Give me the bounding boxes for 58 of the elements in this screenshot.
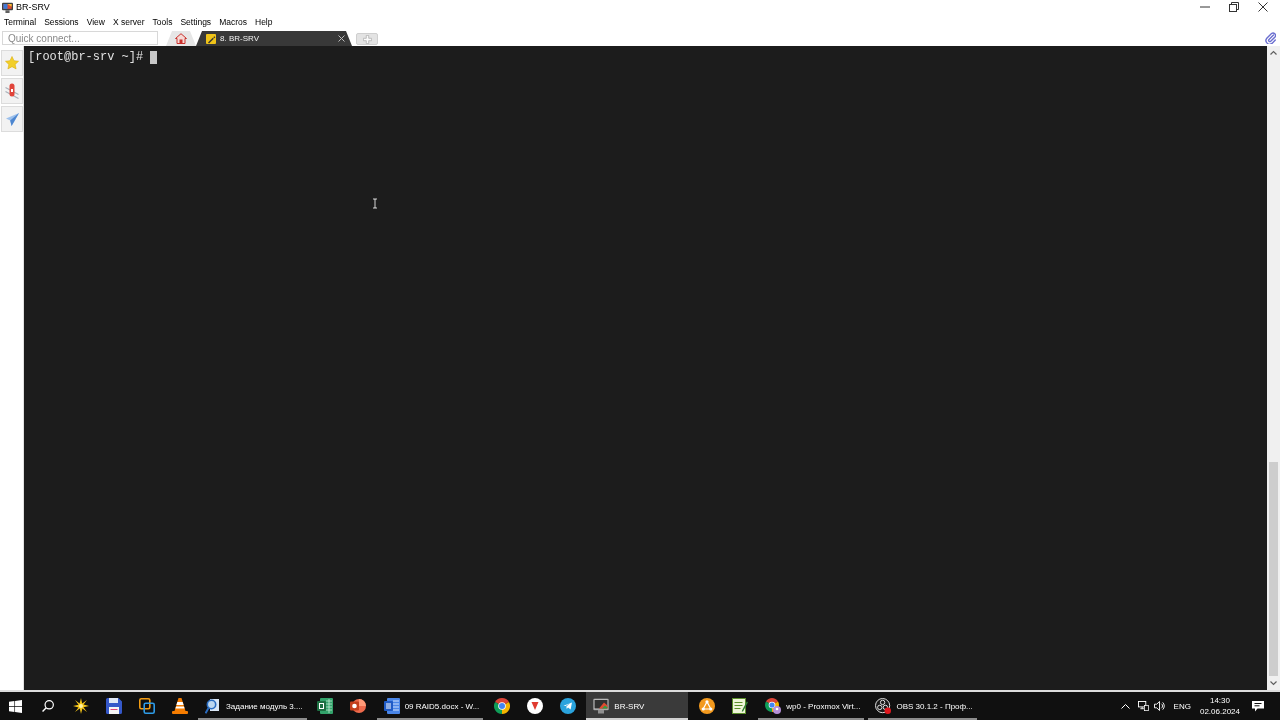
menu-item[interactable]: Settings bbox=[180, 17, 212, 27]
monitor-icon bbox=[593, 698, 610, 714]
chevron-down-icon[interactable] bbox=[1270, 681, 1277, 686]
language-indicator[interactable]: ENG bbox=[1173, 701, 1191, 711]
menu-item[interactable]: Tools bbox=[152, 17, 173, 27]
network-icon[interactable] bbox=[1137, 701, 1149, 711]
clock-time[interactable]: 14:30 bbox=[1209, 695, 1230, 706]
spreadsheet-icon bbox=[317, 698, 334, 714]
magnifier-document-icon bbox=[205, 698, 221, 714]
window-title: BR-SRV bbox=[16, 2, 50, 12]
menu-item[interactable]: X server bbox=[112, 17, 145, 27]
document-icon bbox=[383, 698, 400, 714]
segmented-ring-icon bbox=[765, 698, 782, 714]
quick-connect-field[interactable]: Quick connect... bbox=[2, 31, 158, 45]
overlapping-squares-icon bbox=[138, 698, 155, 714]
menu-item[interactable]: View bbox=[86, 17, 105, 27]
segmented-ring-icon bbox=[493, 698, 510, 714]
cursor-block-icon bbox=[150, 50, 158, 64]
prompt-text: [root@br-srv ~]# bbox=[28, 50, 144, 64]
network-disc-icon bbox=[698, 698, 715, 714]
app-logo-icon bbox=[2, 1, 13, 13]
triangle-disc-icon bbox=[526, 698, 543, 714]
menu-item[interactable]: Help bbox=[255, 17, 273, 27]
paper-plane-icon bbox=[5, 112, 19, 126]
window-panes-icon bbox=[9, 699, 22, 713]
taskbar-button[interactable]: BR-SRV bbox=[586, 692, 689, 720]
close-icon[interactable] bbox=[338, 35, 345, 42]
scrollbar-thumb[interactable] bbox=[1269, 462, 1278, 676]
paper-plane-disc-icon bbox=[559, 698, 576, 714]
sidebar-button[interactable] bbox=[1, 78, 23, 104]
search-icon bbox=[41, 700, 54, 712]
traffic-cone-icon bbox=[171, 698, 188, 714]
i-beam-pointer-icon bbox=[372, 198, 378, 209]
sidebar-button[interactable] bbox=[1, 106, 23, 132]
house-icon bbox=[175, 33, 187, 44]
recording-ring-icon bbox=[875, 698, 892, 714]
menu-item[interactable]: Terminal bbox=[4, 17, 37, 27]
notification-icon[interactable] bbox=[1252, 700, 1264, 712]
notepad-icon bbox=[731, 698, 748, 714]
pie-disc-icon bbox=[350, 698, 367, 714]
taskbar-button[interactable]: OBS 30.1.2 - Проф... bbox=[868, 692, 977, 720]
capsule-icon bbox=[5, 83, 19, 99]
restore-icon[interactable] bbox=[1229, 2, 1239, 12]
scrollbar[interactable] bbox=[1267, 46, 1280, 690]
home-tab[interactable] bbox=[166, 31, 196, 46]
taskbar-button[interactable]: 09 RAID5.docx - W... bbox=[376, 692, 484, 720]
star-icon bbox=[5, 55, 19, 71]
paperclip-icon[interactable] bbox=[1265, 32, 1276, 44]
menu-item[interactable]: Sessions bbox=[44, 17, 79, 27]
taskbar-button[interactable]: Задание модуль 3.... bbox=[198, 692, 307, 720]
close-icon[interactable] bbox=[1258, 2, 1268, 12]
tab[interactable]: 8. BR-SRV bbox=[196, 31, 352, 46]
speaker-icon[interactable] bbox=[1153, 701, 1165, 711]
taskbar-button[interactable]: wp0 - Proxmox Virt... bbox=[758, 692, 865, 720]
menu-item[interactable]: Macros bbox=[219, 17, 247, 27]
clock-date[interactable]: 02.06.2024 bbox=[1199, 706, 1240, 717]
starburst-icon bbox=[72, 698, 89, 714]
pen-tile-icon bbox=[206, 33, 216, 44]
